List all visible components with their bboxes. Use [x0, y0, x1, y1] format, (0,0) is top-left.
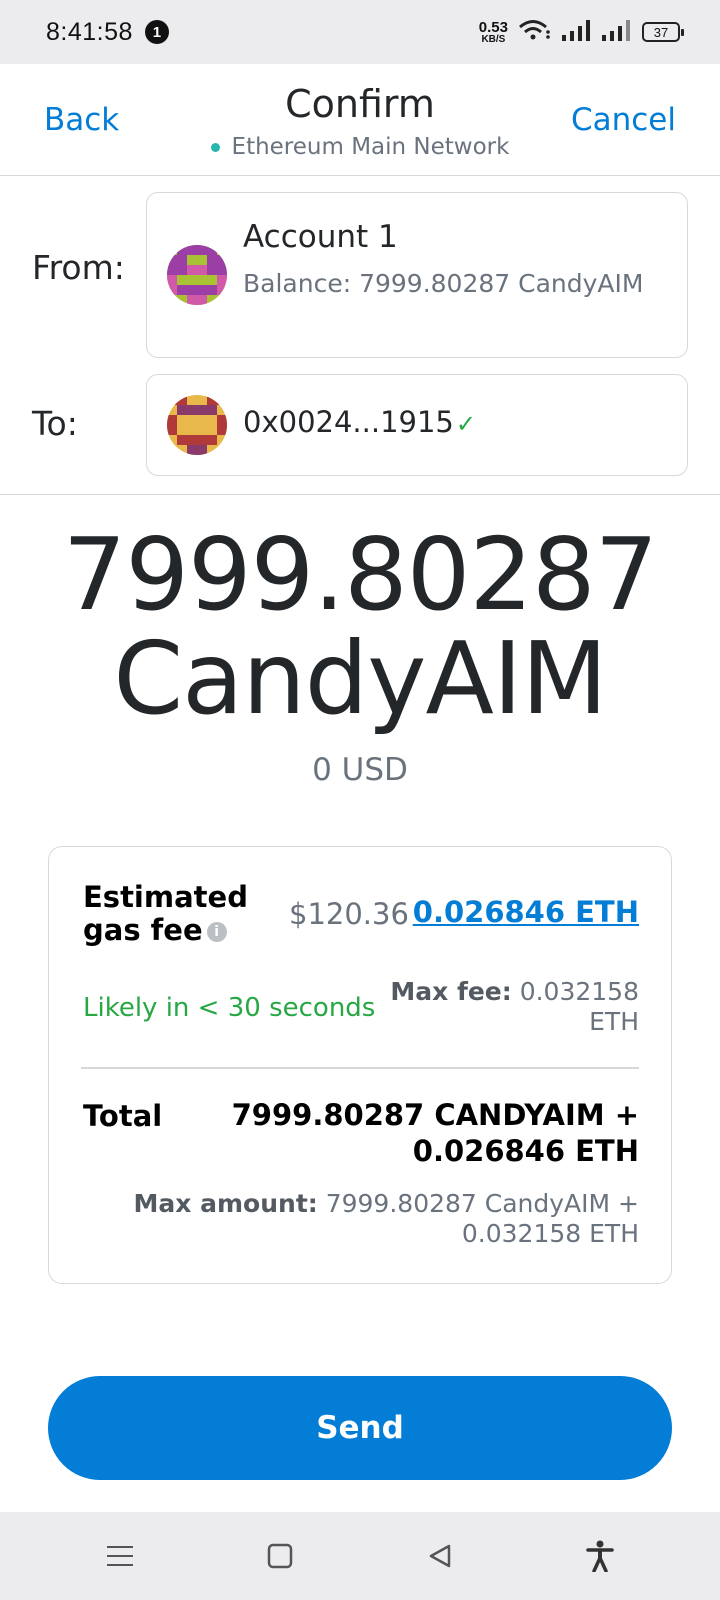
back-triangle-icon[interactable]: [415, 1531, 465, 1581]
confirm-header: Back Confirm Ethereum Main Network Cance…: [0, 64, 720, 176]
verified-check-icon: ✓: [455, 410, 476, 438]
network-name: Ethereum Main Network: [231, 134, 510, 160]
accessibility-icon[interactable]: [575, 1531, 625, 1581]
net-speed-unit: KB/S: [481, 33, 506, 45]
max-fee: Max fee: 0.032158 ETH: [379, 977, 639, 1037]
max-fee-value: 0.032158 ETH: [519, 977, 639, 1036]
amount-value: 7999.80287: [62, 516, 658, 633]
gas-fee-eth-link[interactable]: 0.026846 ETH: [413, 895, 639, 929]
from-account-box[interactable]: Account 1 Balance: 7999.80287 CandyAIM: [146, 192, 688, 358]
gas-fee-label: Estimated gas fee i: [83, 881, 313, 947]
from-account-avatar: [167, 245, 227, 305]
home-icon[interactable]: [255, 1531, 305, 1581]
battery-indicator: 37: [642, 22, 684, 42]
max-fee-label: Max fee:: [390, 977, 512, 1006]
info-icon[interactable]: i: [206, 922, 227, 942]
wifi-icon: [518, 18, 552, 47]
network-status-dot: [210, 142, 220, 152]
to-address: 0x0024...1915✓: [243, 405, 476, 439]
notification-badge: 1: [144, 20, 169, 44]
fee-summary-card: Estimated gas fee i $120.36 0.026846 ETH …: [48, 846, 672, 1284]
signal-icon-2: [602, 19, 632, 46]
menu-icon[interactable]: [95, 1531, 145, 1581]
card-divider: [81, 1067, 639, 1069]
total-value: 7999.80287 CANDYAIM + 0.026846 ETH: [219, 1097, 639, 1169]
from-account-balance: Balance: 7999.80287 CandyAIM: [243, 269, 644, 298]
from-label: From:: [32, 248, 125, 287]
status-time: 8:41:58: [46, 17, 133, 46]
total-label: Total: [83, 1099, 163, 1133]
confirmation-time: Likely in < 30 seconds: [83, 993, 376, 1023]
max-amount-value: 7999.80287 CandyAIM + 0.032158 ETH: [325, 1189, 639, 1248]
total-value-line2: 0.026846 ETH: [412, 1134, 639, 1168]
status-icons: 0.53 KB/S 37: [479, 18, 684, 47]
max-amount: Max amount: 7999.80287 CandyAIM + 0.0321…: [119, 1189, 639, 1249]
net-speed-value: 0.53: [478, 18, 508, 36]
amount-token: CandyAIM: [113, 620, 607, 737]
amount-fiat: 0 USD: [312, 752, 408, 788]
to-account-box[interactable]: 0x0024...1915✓: [146, 374, 688, 476]
gas-fee-fiat: $120.36: [289, 897, 409, 931]
system-nav-bar: [0, 1512, 720, 1600]
status-bar: 8:41:58 1 0.53 KB/S 37: [0, 0, 720, 64]
signal-icon: [562, 19, 592, 46]
section-divider: [0, 494, 720, 495]
cancel-button[interactable]: Cancel: [571, 102, 676, 138]
max-amount-label: Max amount:: [133, 1189, 318, 1218]
send-button[interactable]: Send: [48, 1376, 672, 1480]
total-value-line1: 7999.80287 CANDYAIM +: [231, 1098, 639, 1132]
to-label: To:: [32, 404, 78, 443]
from-account-name: Account 1: [243, 219, 398, 255]
to-address-text: 0x0024...1915: [243, 405, 454, 439]
net-speed: 0.53 KB/S: [479, 20, 508, 45]
to-account-avatar: [167, 395, 227, 455]
